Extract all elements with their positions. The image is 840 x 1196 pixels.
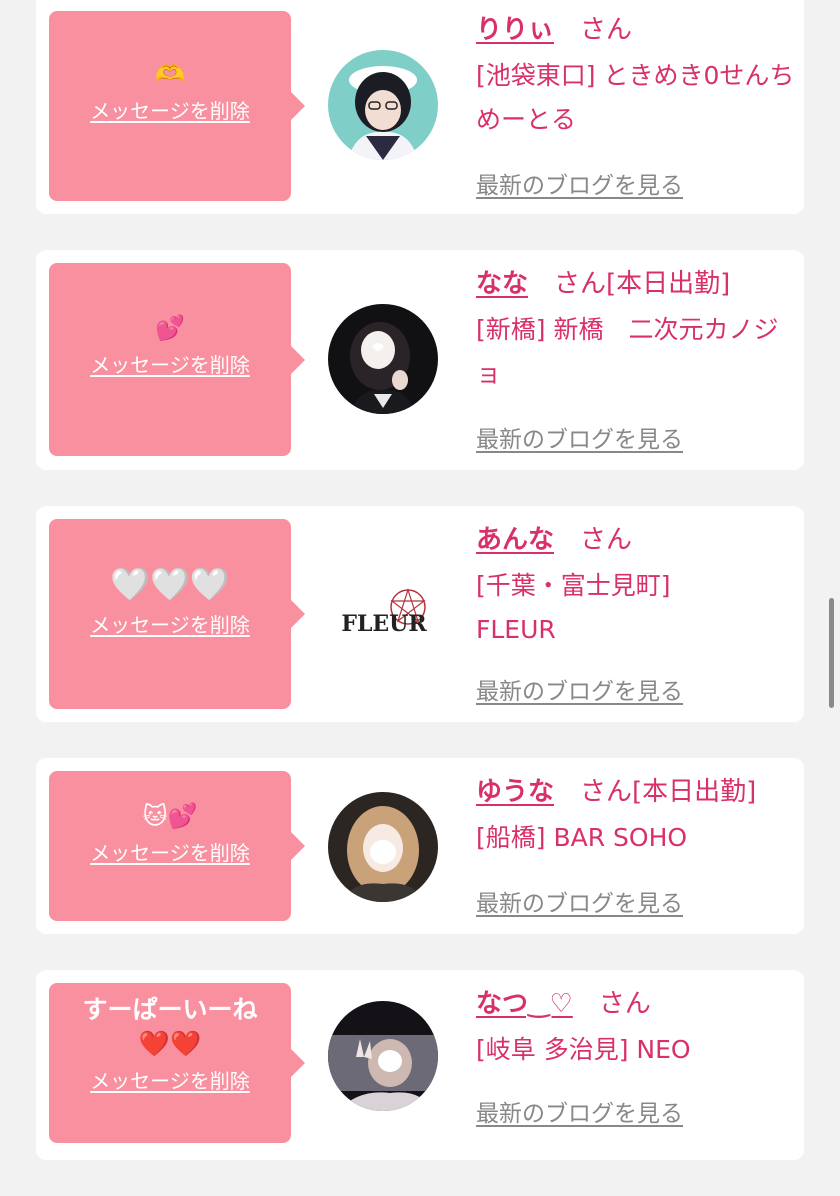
latest-blog-link[interactable]: 最新のブログを見る	[476, 672, 683, 706]
girl-name-link[interactable]: なな	[476, 269, 528, 299]
favorite-card: 💕 メッセージを削除 なな さん[本日出勤] [新橋] 新橋 二次元カノジョ 最新…	[36, 250, 804, 470]
favorite-card: 🐱💕 メッセージを削除 ゆうな さん[本日出勤] [船橋] BAR SOHO 最新…	[36, 758, 804, 934]
girl-name-link[interactable]: ゆうな	[476, 777, 554, 807]
honorific: さん	[580, 525, 633, 555]
honorific: さん	[580, 15, 633, 45]
girl-name-link[interactable]: りりぃ	[476, 15, 554, 45]
girl-info: なな さん[本日出勤] [新橋] 新橋 二次元カノジョ	[476, 266, 796, 396]
favorite-card: 🤍🤍🤍 メッセージを削除 FLEUR あんな さん [千葉・富士見町] FLEUR…	[36, 506, 804, 722]
shop-info: [千葉・富士見町] FLEUR	[476, 571, 671, 644]
message-text: 🫶	[155, 60, 185, 88]
message-bubble: 🫶 メッセージを削除	[49, 11, 305, 201]
message-text: 🐱💕	[142, 802, 198, 830]
latest-blog-link[interactable]: 最新のブログを見る	[476, 884, 683, 918]
delete-message-link[interactable]: メッセージを削除	[90, 349, 250, 378]
avatar[interactable]	[328, 1001, 438, 1111]
girl-name-link[interactable]: なつ‿♡	[476, 989, 573, 1019]
message-bubble: すーぱーいーね ❤️❤️ メッセージを削除	[49, 983, 305, 1143]
avatar[interactable]	[328, 304, 438, 414]
favorite-card: すーぱーいーね ❤️❤️ メッセージを削除 なつ‿♡ さん [岐阜 多治見] NE…	[36, 970, 804, 1160]
girl-info: あんな さん [千葉・富士見町] FLEUR	[476, 522, 796, 652]
status-badge: [本日出勤]	[632, 777, 757, 807]
girl-name-link[interactable]: あんな	[476, 525, 554, 555]
message-text: 💕	[155, 314, 185, 342]
latest-blog-link[interactable]: 最新のブログを見る	[476, 1094, 683, 1128]
message-text: すーぱーいーね ❤️❤️	[82, 995, 258, 1058]
shop-info: [船橋] BAR SOHO	[476, 823, 688, 852]
honorific: さん	[554, 269, 607, 299]
favorite-card: 🫶 メッセージを削除 りりぃ さん [池袋東口] ときめき0せんちめーとる 最新の…	[36, 0, 804, 214]
delete-message-link[interactable]: メッセージを削除	[90, 609, 250, 638]
message-text: 🤍🤍🤍	[110, 565, 230, 603]
message-bubble: 💕 メッセージを削除	[49, 263, 305, 456]
shop-info: [新橋] 新橋 二次元カノジョ	[476, 315, 779, 388]
delete-message-link[interactable]: メッセージを削除	[90, 1065, 250, 1094]
shop-logo[interactable]: FLEUR	[328, 559, 438, 669]
favorites-list: 🫶 メッセージを削除 りりぃ さん [池袋東口] ときめき0せんちめーとる 最新の…	[36, 0, 804, 1196]
status-badge: [本日出勤]	[606, 269, 731, 299]
message-bubble: 🤍🤍🤍 メッセージを削除	[49, 519, 305, 709]
scrollbar[interactable]	[829, 598, 834, 708]
latest-blog-link[interactable]: 最新のブログを見る	[476, 166, 683, 200]
avatar[interactable]	[328, 792, 438, 902]
message-bubble: 🐱💕 メッセージを削除	[49, 771, 305, 921]
delete-message-link[interactable]: メッセージを削除	[90, 837, 250, 866]
delete-message-link[interactable]: メッセージを削除	[90, 95, 250, 124]
girl-info: なつ‿♡ さん [岐阜 多治見] NEO	[476, 986, 796, 1072]
shop-info: [池袋東口] ときめき0せんちめーとる	[476, 61, 795, 134]
shop-info: [岐阜 多治見] NEO	[476, 1035, 691, 1064]
girl-info: りりぃ さん [池袋東口] ときめき0せんちめーとる	[476, 12, 796, 142]
honorific: さん	[598, 989, 651, 1019]
latest-blog-link[interactable]: 最新のブログを見る	[476, 420, 683, 454]
girl-info: ゆうな さん[本日出勤] [船橋] BAR SOHO	[476, 774, 811, 860]
avatar[interactable]	[328, 50, 438, 160]
honorific: さん	[580, 777, 633, 807]
shop-logo-text: FLEUR	[341, 611, 427, 637]
